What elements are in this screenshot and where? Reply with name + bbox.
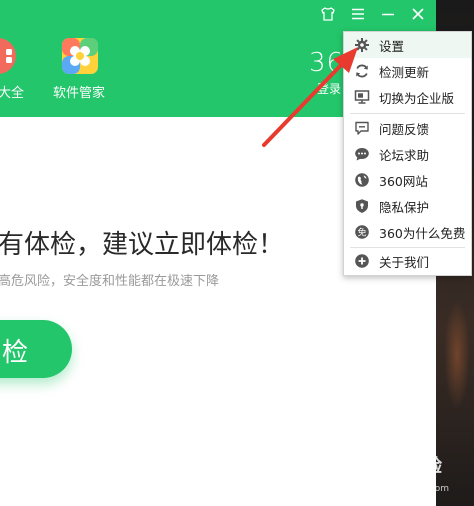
menu-icon[interactable] xyxy=(350,6,366,22)
checkup-headline: 有体检，建议立即体检！ xyxy=(0,230,285,260)
menu-item-feedback[interactable]: 问题反馈 xyxy=(344,115,471,141)
brand-360-text: 36 xyxy=(309,48,345,78)
menu-item-label: 论坛求助 xyxy=(379,147,430,163)
tool-daquan-icon xyxy=(0,38,16,74)
plus-circle-icon xyxy=(354,253,370,269)
menu-item-check-update[interactable]: 检测更新 xyxy=(344,58,471,84)
login-link[interactable]: 登录 xyxy=(317,80,341,97)
menu-item-label: 设置 xyxy=(379,38,405,54)
baidu-watermark-text: Bai度经验 xyxy=(356,456,443,477)
monitor-icon xyxy=(354,89,370,105)
menu-item-privacy[interactable]: 隐私保护 xyxy=(344,193,471,219)
menu-item-label: 隐私保护 xyxy=(379,199,430,215)
menu-item-label: 关于我们 xyxy=(379,254,430,270)
menu-item-settings[interactable]: 设置 xyxy=(344,32,471,58)
checkup-button[interactable]: 检 xyxy=(0,320,72,378)
menu-item-label: 360网站 xyxy=(379,173,428,189)
baidu-watermark-url: jingyan.baidu.com xyxy=(366,484,450,494)
tool-daquan-label: 大全 xyxy=(0,86,25,101)
gear-icon xyxy=(354,37,370,53)
skin-shirt-icon[interactable] xyxy=(320,6,336,22)
menu-item-360-website[interactable]: 360网站 xyxy=(344,167,471,193)
menu-item-why-free[interactable]: 免 360为什么免费 xyxy=(344,219,471,245)
menu-item-label: 检测更新 xyxy=(379,64,430,80)
chat-bubble-icon xyxy=(354,146,370,162)
main-dropdown-menu: 设置 检测更新 切换为企业版 问题反馈 论坛求助 360网站 隐私保护 免 36… xyxy=(343,31,472,276)
baidu-watermark: Bai度经验 xyxy=(356,452,442,478)
feedback-icon xyxy=(354,120,370,136)
menu-item-label: 360为什么免费 xyxy=(379,225,466,241)
menu-item-forum[interactable]: 论坛求助 xyxy=(344,141,471,167)
svg-text:免: 免 xyxy=(357,227,366,239)
refresh-icon xyxy=(354,63,370,79)
free-badge-icon: 免 xyxy=(354,224,370,240)
shield-icon xyxy=(354,198,370,214)
checkup-button-label: 检 xyxy=(2,338,29,368)
minimize-icon[interactable] xyxy=(380,6,396,22)
software-manager-label: 软件管家 xyxy=(53,86,106,101)
checkup-subline: 高危风险，安全度和性能都在极速下降 xyxy=(0,274,220,289)
software-manager-icon xyxy=(62,38,98,74)
background-glow xyxy=(444,300,470,410)
menu-item-about[interactable]: 关于我们 xyxy=(344,248,471,274)
globe-icon xyxy=(354,172,370,188)
menu-separator xyxy=(350,113,465,114)
menu-item-label: 问题反馈 xyxy=(379,121,430,137)
close-icon[interactable] xyxy=(410,6,426,22)
menu-item-label: 切换为企业版 xyxy=(379,90,455,106)
menu-item-switch-enterprise[interactable]: 切换为企业版 xyxy=(344,84,471,110)
title-bar-controls xyxy=(320,6,426,22)
